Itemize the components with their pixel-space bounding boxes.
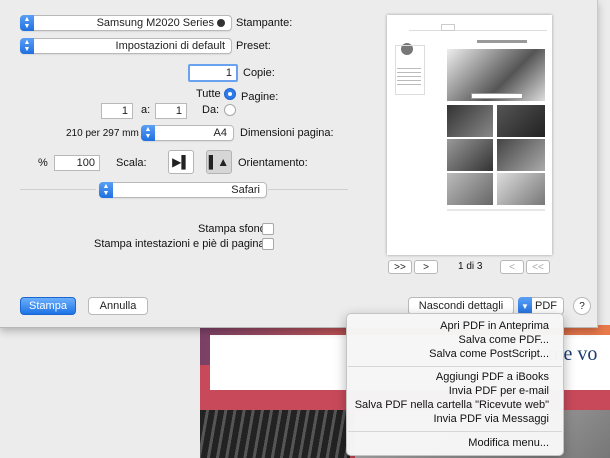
preview-thumb-2 (497, 105, 545, 137)
section-divider-right (268, 189, 348, 190)
pages-range-radio[interactable] (224, 104, 236, 116)
printer-value: Samsung M2020 Series (96, 17, 214, 29)
menu-item-add-to-ibooks[interactable]: Aggiungi PDF a iBooks (436, 371, 549, 383)
preview-last-page-button[interactable]: >> (388, 260, 412, 274)
popup-arrows-icon: ▲ ▼ (20, 38, 34, 54)
pages-from-field[interactable]: 1 (155, 103, 187, 119)
help-button[interactable]: ? (573, 297, 591, 315)
section-divider-left (20, 189, 96, 190)
menu-item-send-via-messages[interactable]: Invia PDF via Messaggi (433, 413, 549, 425)
menu-item-open-in-preview[interactable]: Apri PDF in Anteprima (440, 320, 549, 332)
scale-label: Scala: (116, 157, 147, 169)
preview-page-counter: 1 di 3 (458, 261, 483, 272)
app-section-popup[interactable]: ▲ ▼ Safari (99, 182, 267, 198)
pages-all-radio[interactable] (224, 88, 236, 100)
preview-thumb-5 (447, 173, 493, 205)
app-section-value: Safari (231, 184, 260, 196)
print-backgrounds-checkbox[interactable] (262, 223, 274, 235)
pages-to-field[interactable]: 1 (101, 103, 133, 119)
paper-size-text: 210 per 297 mm (66, 128, 139, 139)
preview-nav-bar (409, 24, 547, 31)
preview-next-page-button[interactable]: > (414, 260, 438, 274)
pages-from-label: Da: (202, 104, 220, 116)
preview-thumb-3 (447, 139, 493, 171)
preset-label: Preset: (236, 40, 271, 52)
orientation-label: Orientamento: (238, 157, 308, 169)
print-headers-label: Stampa intestazioni e piè di pagina (94, 238, 265, 250)
menu-item-save-to-web-receipts[interactable]: Salva PDF nella cartella "Ricevute web" (355, 399, 549, 411)
scale-unit: % (38, 157, 48, 169)
orientation-landscape-button[interactable]: ▶▌ (168, 150, 194, 174)
portrait-icon: ▌▲ (208, 155, 230, 169)
printer-popup[interactable]: ▲ ▼ Samsung M2020 Series (20, 15, 232, 31)
menu-item-save-as-postscript[interactable]: Salva come PostScript... (429, 348, 549, 360)
pages-all-label: Tutte (196, 88, 221, 100)
cancel-button[interactable]: Annulla (88, 297, 148, 315)
pdf-dropdown-menu: Apri PDF in Anteprima Salva come PDF... … (346, 313, 564, 456)
print-headers-checkbox[interactable] (262, 238, 274, 250)
preview-first-page-button[interactable]: << (526, 260, 550, 274)
popup-arrows-icon: ▲ ▼ (99, 182, 113, 198)
preview-thumb-4 (497, 139, 545, 171)
background-keyboard-image (200, 410, 350, 458)
preview-text-line (477, 40, 527, 43)
menu-item-edit-menu[interactable]: Modifica menu... (468, 437, 549, 449)
popup-arrows-icon: ▲ ▼ (20, 15, 34, 31)
paper-size-popup[interactable]: ▲ ▼ A4 (141, 125, 234, 141)
print-button[interactable]: Stampa (20, 297, 76, 315)
menu-separator (348, 431, 562, 432)
preview-thumb-1 (447, 105, 493, 137)
preview-hero-caption (471, 93, 523, 99)
copies-label: Copie: (243, 67, 275, 79)
menu-item-save-as-pdf[interactable]: Salva come PDF... (459, 334, 549, 346)
menu-separator (348, 366, 562, 367)
print-backgrounds-label: Stampa sfondi (198, 223, 269, 235)
desktop-background (0, 325, 200, 458)
printer-status-icon (217, 19, 225, 27)
printer-label: Stampante: (236, 17, 293, 29)
popup-arrows-icon: ▲ ▼ (141, 125, 155, 141)
paper-size-label: Dimensioni pagina: (240, 127, 334, 139)
copies-field[interactable]: 1 (188, 64, 238, 82)
pages-to-label: a: (141, 104, 151, 116)
preview-footer-line (447, 209, 545, 211)
preset-popup[interactable]: ▲ ▼ Impostazioni di default (20, 38, 232, 54)
menu-item-mail-pdf[interactable]: Invia PDF per e-mail (449, 385, 549, 397)
preview-prev-page-button[interactable]: < (500, 260, 524, 274)
landscape-icon: ▶▌ (172, 155, 190, 169)
preview-sidebar-list (397, 65, 421, 87)
pdf-label: PDF (535, 300, 557, 312)
preview-thumb-6 (497, 173, 545, 205)
orientation-portrait-button[interactable]: ▌▲ (206, 150, 232, 174)
print-preview (387, 15, 552, 255)
preview-nav-tab (441, 24, 455, 31)
scale-field[interactable]: 100 (54, 155, 100, 171)
paper-size-value: A4 (213, 127, 227, 139)
pages-label: Pagine: (241, 91, 279, 103)
preset-value: Impostazioni di default (115, 40, 225, 52)
print-dialog: ▲ ▼ Samsung M2020 Series Stampante: ▲ ▼ Im… (0, 0, 598, 328)
